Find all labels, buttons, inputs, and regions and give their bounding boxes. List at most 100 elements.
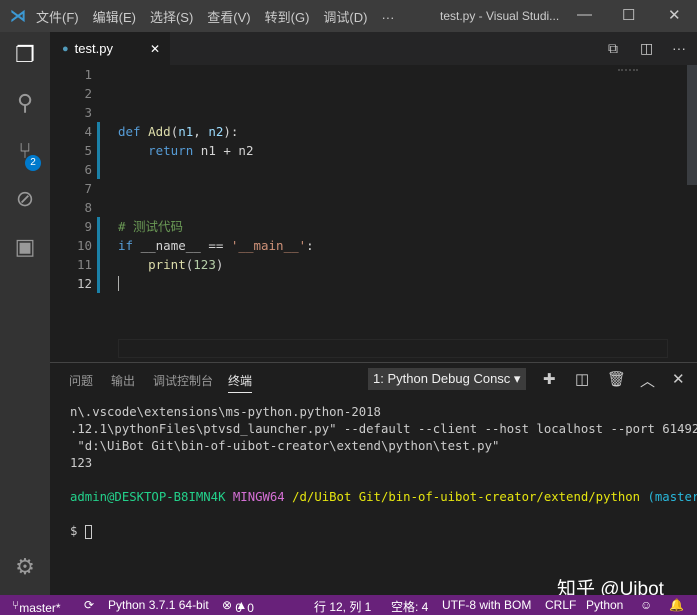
number: 123 xyxy=(193,257,216,272)
line-number: 4 xyxy=(84,124,92,139)
feedback-smiley-icon[interactable]: ☺ xyxy=(640,598,652,612)
current-line-highlight xyxy=(118,339,668,358)
notifications-bell-icon[interactable]: 🔔 xyxy=(669,598,684,612)
terminal-select[interactable]: 1: Python Debug Consc ▾ xyxy=(368,368,526,390)
code-editor[interactable]: 1 2 3 4 5 6 7 8 9 10 11 12 def Add(n1, n… xyxy=(50,65,697,362)
encoding[interactable]: UTF-8 with BOM xyxy=(442,598,531,612)
menu-selection[interactable]: 选择(S) xyxy=(150,10,193,25)
settings-gear-icon[interactable]: ⚙ xyxy=(12,554,38,580)
condition: __name__ == xyxy=(133,238,231,253)
line-number: 8 xyxy=(84,200,92,215)
scrollbar[interactable] xyxy=(687,65,697,185)
line-ending[interactable]: CRLF xyxy=(545,598,576,612)
warning-count: 0 xyxy=(247,601,254,615)
string: '__main__' xyxy=(230,238,307,253)
line-number: 7 xyxy=(84,181,92,196)
tab-output[interactable]: 输出 xyxy=(111,372,135,389)
menu-file[interactable]: 文件(F) xyxy=(36,10,79,25)
prompt-user: admin@DESKTOP-B8IMN4K xyxy=(70,490,226,504)
text-cursor xyxy=(118,276,119,291)
open-changes-icon[interactable]: ⧉ xyxy=(608,40,618,57)
terminal-line: .12.1\pythonFiles\ptvsd_launcher.py" --d… xyxy=(70,422,697,436)
branch-name: master* xyxy=(19,601,61,615)
terminal-line: "d:\UiBot Git\bin-of-uibot-creator\exten… xyxy=(70,439,500,453)
explorer-icon[interactable]: ❐ xyxy=(12,42,38,68)
keyword: return xyxy=(148,143,194,158)
menu-edit[interactable]: 编辑(E) xyxy=(93,10,136,25)
tab-label: test.py xyxy=(74,41,113,56)
more-actions-icon[interactable]: ··· xyxy=(672,40,686,56)
tab-test-py[interactable]: ● test.py ✕ xyxy=(50,32,170,65)
line-number: 10 xyxy=(76,238,92,253)
maximize-panel-icon[interactable]: ︿ xyxy=(640,370,655,391)
menu-bar: 文件(F) 编辑(E) 选择(S) 查看(V) 转到(G) 调试(D) ··· xyxy=(36,7,408,26)
language-mode[interactable]: Python xyxy=(586,598,623,612)
error-count: 0 xyxy=(235,601,243,615)
line-number: 5 xyxy=(84,143,92,158)
minimap[interactable] xyxy=(618,69,638,89)
problems-status[interactable]: ⊗ 0 ▲ 0 xyxy=(222,598,254,615)
comma: , xyxy=(193,124,209,139)
indentation[interactable]: 空格: 4 xyxy=(391,598,428,615)
expression: n1 + n2 xyxy=(193,143,254,158)
new-terminal-icon[interactable]: ✚ xyxy=(543,370,556,388)
colon: : xyxy=(306,238,314,253)
line-number: 12 xyxy=(76,276,92,291)
activity-bar: ❐ ⚲ ⑂ ⊘ ▣ ⚙ xyxy=(0,32,50,595)
menu-go[interactable]: 转到(G) xyxy=(265,10,310,25)
python-file-icon: ● xyxy=(62,42,69,55)
maximize-button[interactable]: ☐ xyxy=(622,6,635,24)
paren: ): xyxy=(223,124,239,139)
git-gutter-added xyxy=(97,217,100,293)
prompt-dollar: $ xyxy=(70,524,78,538)
line-number: 1 xyxy=(84,67,92,82)
param: n1 xyxy=(178,124,194,139)
prompt-branch: (master) xyxy=(647,490,697,504)
menu-debug[interactable]: 调试(D) xyxy=(323,10,367,25)
tab-problems[interactable]: 问题 xyxy=(69,372,93,389)
bottom-panel: 问题 输出 调试控制台 终端 1: Python Debug Consc ▾ ✚… xyxy=(50,362,697,595)
tab-terminal[interactable]: 终端 xyxy=(228,372,253,393)
cursor-position[interactable]: 行 12, 列 1 xyxy=(314,598,371,615)
minimize-button[interactable]: — xyxy=(577,6,592,23)
menu-more[interactable]: ··· xyxy=(381,10,394,25)
extensions-icon[interactable]: ▣ xyxy=(12,234,38,260)
split-terminal-icon[interactable]: ◫ xyxy=(575,370,589,388)
terminal-line: n\.vscode\extensions\ms-python.python-20… xyxy=(70,405,381,419)
tab-debug-console[interactable]: 调试控制台 xyxy=(153,372,213,389)
keyword: def xyxy=(118,124,141,139)
param: n2 xyxy=(208,124,224,139)
debug-icon[interactable]: ⊘ xyxy=(12,186,38,212)
branch-status[interactable]: ⑂ master* xyxy=(12,598,61,615)
close-tab-icon[interactable]: ✕ xyxy=(150,42,160,56)
code-line-9: # 测试代码 xyxy=(118,219,184,234)
keyword: if xyxy=(118,238,134,253)
status-bar: ⑂ master* ⟳ Python 3.7.1 64-bit ⊗ 0 ▲ 0 … xyxy=(0,595,697,615)
line-number: 2 xyxy=(84,86,92,101)
terminal-cursor xyxy=(84,524,92,539)
split-editor-icon[interactable]: ◫ xyxy=(640,40,653,57)
terminal-input[interactable]: $ xyxy=(70,523,92,540)
line-number: 11 xyxy=(76,257,92,272)
terminal-prompt: admin@DESKTOP-B8IMN4K MINGW64 /d/UiBot G… xyxy=(70,489,697,506)
python-interpreter[interactable]: Python 3.7.1 64-bit xyxy=(108,598,209,612)
function-name: print xyxy=(148,257,186,272)
prompt-env: MINGW64 xyxy=(232,490,285,504)
close-panel-icon[interactable]: ✕ xyxy=(672,370,685,388)
search-icon[interactable]: ⚲ xyxy=(12,90,38,116)
code-line-11: print(123) xyxy=(148,257,224,272)
trash-icon[interactable]: 🗑 xyxy=(607,370,626,388)
code-line-10: if __name__ == '__main__': xyxy=(118,236,314,255)
git-gutter-modified xyxy=(97,122,100,179)
window-title: test.py - Visual Studi... xyxy=(440,9,560,23)
line-number: 9 xyxy=(84,219,92,234)
line-number: 3 xyxy=(84,105,92,120)
title-bar: ⋊ 文件(F) 编辑(E) 选择(S) 查看(V) 转到(G) 调试(D) ··· test… xyxy=(0,0,697,32)
close-window-button[interactable]: ✕ xyxy=(668,6,681,24)
sync-icon[interactable]: ⟳ xyxy=(84,598,94,612)
scm-badge: 2 xyxy=(25,155,41,171)
code-line-4: def Add(n1, n2): xyxy=(118,122,238,141)
code-line-5: return n1 + n2 xyxy=(118,141,253,160)
menu-view[interactable]: 查看(V) xyxy=(207,10,250,25)
terminal-line: 123 xyxy=(70,456,93,470)
